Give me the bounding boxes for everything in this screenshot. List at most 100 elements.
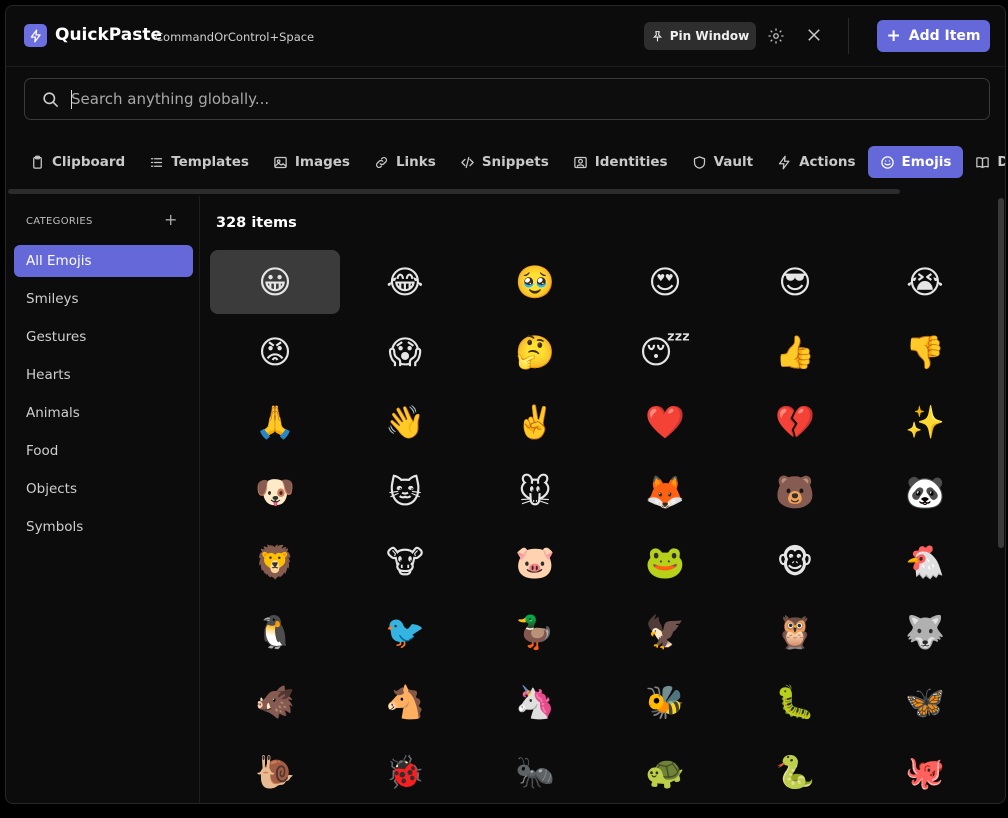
emoji-cell[interactable]: 🙏: [210, 390, 340, 454]
emoji-cell[interactable]: 💔: [730, 390, 860, 454]
tab-documents[interactable]: Documents: [963, 146, 1005, 178]
tabs-scrollbar[interactable]: [8, 189, 900, 194]
emoji-cell[interactable]: 🐴: [340, 670, 470, 734]
tab-templates[interactable]: Templates: [137, 146, 261, 178]
emoji-cell[interactable]: 🤔: [470, 320, 600, 384]
tab-label: Emojis: [901, 154, 952, 170]
tab-links[interactable]: Links: [362, 146, 448, 178]
emoji-cell[interactable]: 🐛: [730, 670, 860, 734]
emoji-cell[interactable]: 🐻: [730, 460, 860, 524]
list-icon: [151, 157, 163, 167]
emoji-cell[interactable]: 🐗: [210, 670, 340, 734]
category-item-food[interactable]: Food: [14, 435, 193, 467]
emoji-cell[interactable]: 😭: [860, 250, 990, 314]
search-input[interactable]: [71, 87, 951, 111]
tab-label: Snippets: [481, 154, 549, 170]
emoji-cell[interactable]: 🐜: [470, 740, 600, 803]
tab-label: Actions: [799, 154, 856, 170]
emoji-cell[interactable]: ✌️: [470, 390, 600, 454]
bolt-icon: [778, 155, 790, 169]
emoji-cell[interactable]: 🦋: [860, 670, 990, 734]
emoji-cell[interactable]: 😡: [210, 320, 340, 384]
title-bar: QuickPaste CommandOrControl+Space Pin Wi…: [6, 6, 1005, 67]
smiley-icon: [880, 155, 894, 169]
emoji-cell[interactable]: 🐱: [340, 460, 470, 524]
category-item-symbols[interactable]: Symbols: [14, 511, 193, 543]
add-item-button[interactable]: + Add Item: [877, 20, 990, 52]
emoji-cell[interactable]: 🐙: [860, 740, 990, 803]
emoji-cell[interactable]: 🐢: [600, 740, 730, 803]
emoji-cell[interactable]: 🐍: [730, 740, 860, 803]
global-search[interactable]: [24, 78, 990, 120]
header-divider: [848, 18, 849, 54]
tab-label: Identities: [594, 154, 668, 170]
category-item-all-emojis[interactable]: All Emojis: [14, 245, 193, 277]
emoji-cell[interactable]: 🐞: [340, 740, 470, 803]
category-tabs: Clipboard Templates Images Links Snippets Ide…: [6, 140, 1005, 184]
emoji-cell[interactable]: 😎: [730, 250, 860, 314]
emoji-cell[interactable]: 😴: [600, 320, 730, 384]
emoji-cell[interactable]: 🦊: [600, 460, 730, 524]
content-scrollbar[interactable]: [998, 198, 1004, 548]
emoji-cell[interactable]: 🐧: [210, 600, 340, 664]
emoji-cell[interactable]: ✨: [860, 390, 990, 454]
emoji-cell[interactable]: 🐵: [730, 530, 860, 594]
emoji-grid: 😀 😂 🥹 😍 😎 😭 😡 😱 🤔 😴 👍 👎 🙏 👋 ✌️ ❤️ 💔 ✨ 🐶 🐱 🐭 🦊 🐻 🐼 🦁 🐮 🐷 🐸 🐵 🐔 🐧 🐦 🦆 🦅 🦉 🐺 🐗 🐴…: [210, 250, 990, 803]
emoji-cell[interactable]: 🐼: [860, 460, 990, 524]
item-count: 328 items: [216, 215, 297, 231]
app-name: QuickPaste: [55, 25, 163, 45]
category-item-smileys[interactable]: Smileys: [14, 283, 193, 315]
category-item-gestures[interactable]: Gestures: [14, 321, 193, 353]
category-item-hearts[interactable]: Hearts: [14, 359, 193, 391]
search-icon: [43, 92, 59, 108]
gear-icon[interactable]: [767, 27, 785, 45]
emoji-cell[interactable]: 🐭: [470, 460, 600, 524]
emoji-cell[interactable]: 🦁: [210, 530, 340, 594]
emoji-cell[interactable]: 🦆: [470, 600, 600, 664]
emoji-cell[interactable]: ❤️: [600, 390, 730, 454]
emoji-cell[interactable]: 🐶: [210, 460, 340, 524]
emoji-cell[interactable]: 🦄: [470, 670, 600, 734]
emoji-cell[interactable]: 🐔: [860, 530, 990, 594]
pin-window-button[interactable]: Pin Window: [644, 22, 756, 50]
tab-emojis[interactable]: Emojis: [867, 146, 964, 178]
tab-label: Templates: [171, 154, 249, 170]
emoji-cell[interactable]: 🐷: [470, 530, 600, 594]
emoji-cell[interactable]: 🐦: [340, 600, 470, 664]
emoji-cell[interactable]: 🦉: [730, 600, 860, 664]
emoji-cell[interactable]: 👎: [860, 320, 990, 384]
tab-clipboard[interactable]: Clipboard: [18, 146, 137, 178]
emoji-cell[interactable]: 🐌: [210, 740, 340, 803]
pin-window-label: Pin Window: [669, 29, 750, 43]
emoji-cell[interactable]: 🐸: [600, 530, 730, 594]
plus-icon: +: [886, 25, 901, 46]
emoji-cell[interactable]: 🦅: [600, 600, 730, 664]
link-icon: [375, 156, 387, 168]
emoji-cell[interactable]: 👍: [730, 320, 860, 384]
tab-label: Clipboard: [52, 154, 126, 170]
add-category-button[interactable]: +: [164, 210, 177, 229]
emoji-cell[interactable]: 👋: [340, 390, 470, 454]
tab-vault[interactable]: Vault: [680, 146, 766, 178]
shield-icon: [693, 155, 705, 169]
emoji-cell[interactable]: 😱: [340, 320, 470, 384]
categories-sidebar: CATEGORIES + All Emojis Smileys Gestures He…: [6, 196, 200, 803]
emoji-cell[interactable]: 😍: [600, 250, 730, 314]
tab-actions[interactable]: Actions: [765, 146, 867, 178]
emoji-cell[interactable]: 🐝: [600, 670, 730, 734]
category-item-animals[interactable]: Animals: [14, 397, 193, 429]
emoji-cell[interactable]: 🥹: [470, 250, 600, 314]
add-item-label: Add Item: [908, 28, 981, 44]
emoji-cell[interactable]: 😀: [210, 250, 340, 314]
emoji-cell[interactable]: 🐮: [340, 530, 470, 594]
tab-images[interactable]: Images: [261, 146, 362, 178]
book-icon: [976, 156, 990, 168]
tab-identities[interactable]: Identities: [561, 146, 680, 178]
tab-snippets[interactable]: Snippets: [448, 146, 561, 178]
tab-label: Images: [294, 154, 350, 170]
emoji-cell[interactable]: 🐺: [860, 600, 990, 664]
emoji-cell[interactable]: 😂: [340, 250, 470, 314]
image-icon: [274, 156, 287, 168]
category-item-objects[interactable]: Objects: [14, 473, 193, 505]
close-icon[interactable]: [805, 26, 823, 44]
